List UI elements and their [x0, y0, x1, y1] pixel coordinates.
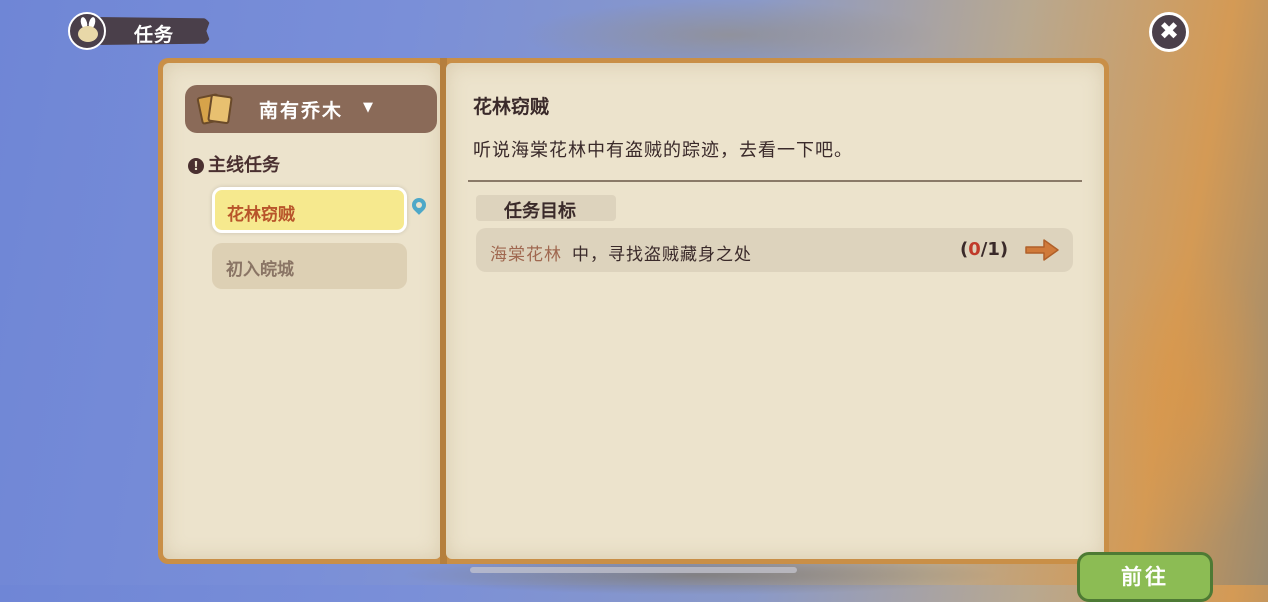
window-title-tag: 任务 — [68, 12, 213, 50]
close-button[interactable]: ✖ — [1149, 12, 1189, 52]
background-blur — [1100, 250, 1268, 550]
section-title-label: 主线任务 — [208, 155, 280, 176]
progress-current: 0 — [968, 239, 981, 260]
chevron-down-icon: ▼ — [363, 100, 373, 115]
left-page: 南有乔木 ▼ ! 主线任务 花林窃贼 初入皖城 — [163, 63, 441, 559]
book-selector-label: 南有乔木 — [259, 100, 344, 122]
task-item-wancheng[interactable]: 初入皖城 — [212, 243, 407, 289]
home-indicator[interactable] — [470, 567, 797, 573]
book-selector-dropdown[interactable]: 南有乔木 ▼ — [185, 85, 437, 133]
quest-description: 听说海棠花林中有盗贼的踪迹，去看一下吧。 — [473, 140, 853, 161]
right-page: 花林窃贼 听说海棠花林中有盗贼的踪迹，去看一下吧。 任务目标 海棠花林 中，寻找… — [446, 63, 1213, 602]
objective-progress: (0/1) — [960, 239, 1008, 260]
location-pin-icon — [409, 195, 429, 215]
task-item-hualin[interactable]: 花林窃贼 — [212, 187, 407, 233]
objectives-header: 任务目标 — [476, 195, 616, 222]
divider — [468, 180, 1082, 182]
task-label: 花林窃贼 — [227, 205, 295, 225]
objective-place: 海棠花林 — [490, 245, 562, 265]
objective-row[interactable]: 海棠花林 中，寻找盗贼藏身之处 (0/1) — [476, 228, 1073, 272]
task-label: 初入皖城 — [226, 260, 294, 280]
quest-book-panel: 南有乔木 ▼ ! 主线任务 花林窃贼 初入皖城 花林窃贼 听说海棠花林中有盗贼的踪… — [158, 58, 1213, 602]
exclamation-icon: ! — [188, 158, 204, 174]
objective-text: 中，寻找盗贼藏身之处 — [572, 245, 752, 265]
objectives-header-label: 任务目标 — [504, 201, 576, 222]
arrow-right-icon[interactable] — [1024, 237, 1060, 263]
go-button[interactable]: 前往 — [1077, 552, 1213, 602]
quest-title: 花林窃贼 — [473, 96, 550, 118]
book-icon — [196, 93, 233, 125]
rabbit-icon — [68, 12, 106, 50]
page-title: 任务 — [134, 24, 175, 46]
section-heading: ! 主线任务 — [188, 151, 280, 177]
progress-total: /1) — [980, 239, 1009, 260]
close-icon: ✖ — [1158, 17, 1180, 45]
progress-open: ( — [960, 239, 969, 260]
